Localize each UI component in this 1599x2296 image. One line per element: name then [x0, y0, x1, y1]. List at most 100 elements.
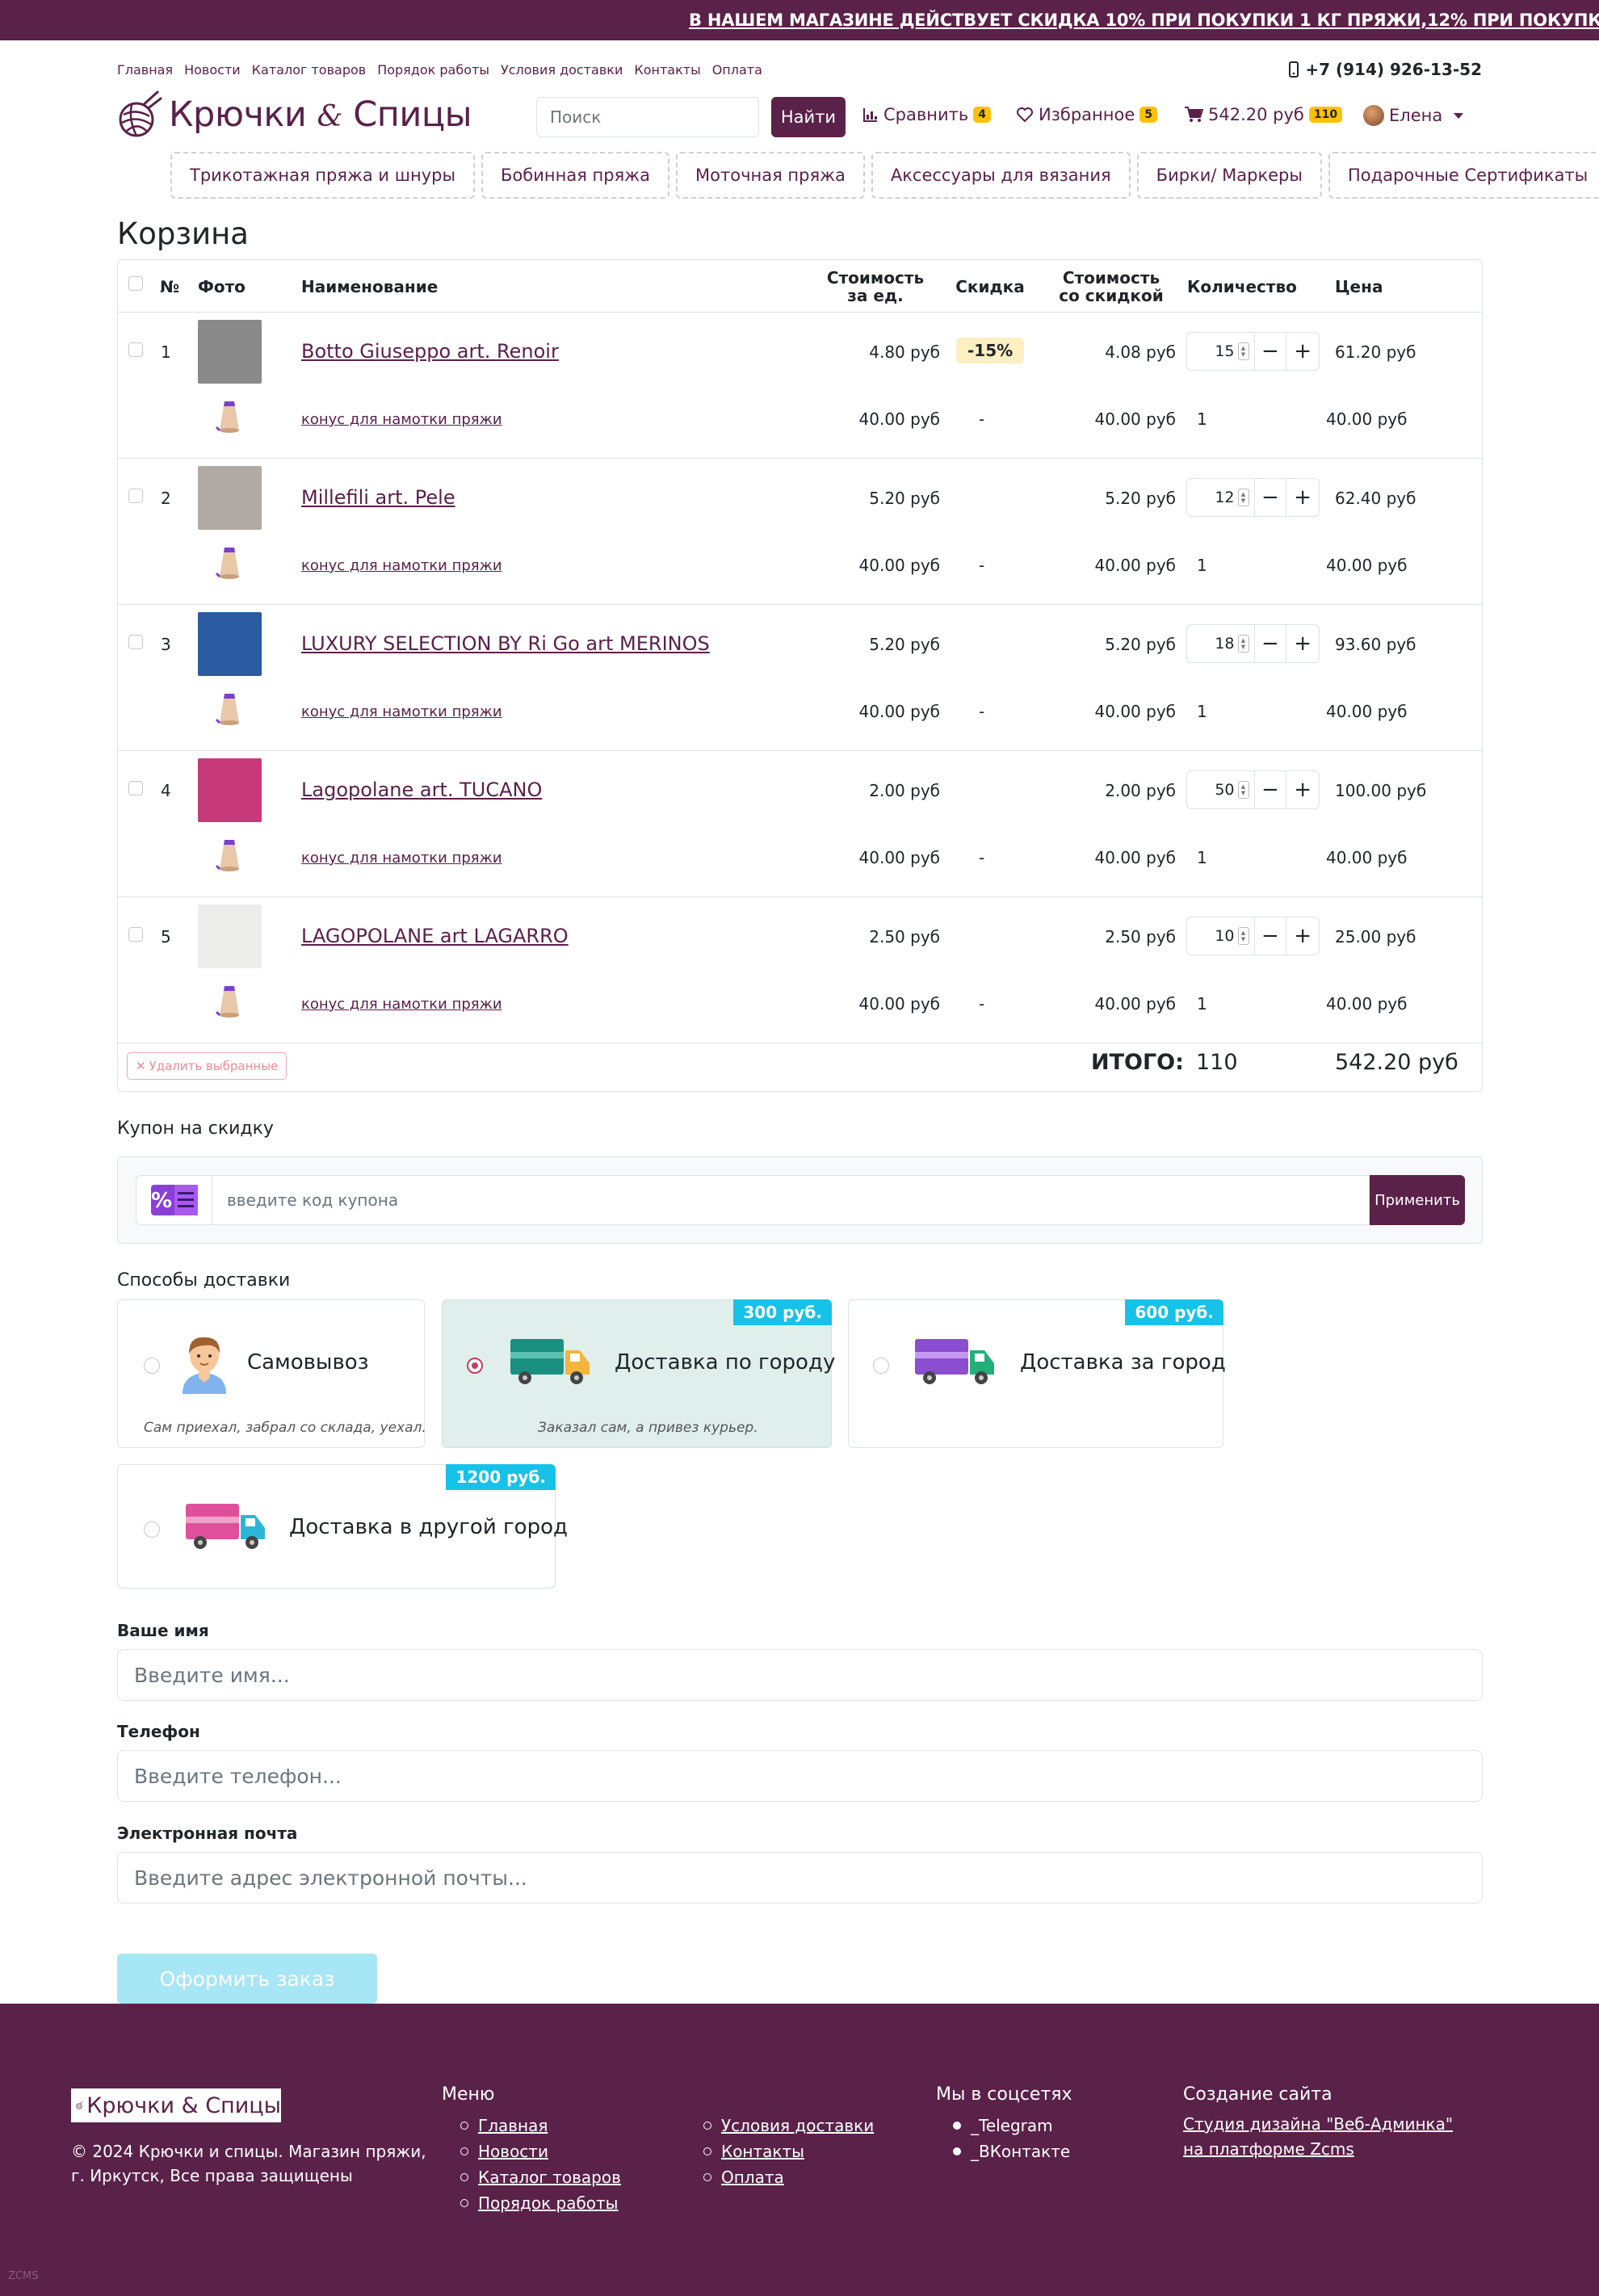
category-gift-certificates[interactable]: Подарочные Сертификаты: [1328, 152, 1599, 199]
footer-link-contacts[interactable]: Контакты: [703, 2139, 874, 2164]
quantity-input[interactable]: 15 ▲ ▼: [1187, 333, 1255, 370]
other-city-radio[interactable]: [144, 1522, 160, 1538]
top-link-catalog[interactable]: Каталог товаров: [252, 62, 367, 78]
product-thumbnail[interactable]: [198, 758, 262, 822]
delivery-option-pickup[interactable]: Самовывоз Сам приехал, забрал со склада,…: [117, 1299, 426, 1448]
decrease-qty-button[interactable]: −: [1255, 479, 1287, 516]
search-input[interactable]: Поиск: [536, 97, 759, 137]
row-checkbox[interactable]: [128, 342, 143, 357]
product-thumbnail[interactable]: [198, 466, 262, 530]
row-checkbox[interactable]: [128, 781, 143, 795]
delete-selected-button[interactable]: ✕ Удалить выбранные: [127, 1052, 287, 1080]
accessory-name-link[interactable]: конус для намотки пряжи: [301, 850, 502, 867]
quantity-input[interactable]: 12 ▲ ▼: [1187, 479, 1255, 516]
footer-link-telegram[interactable]: _Telegram: [953, 2113, 1070, 2139]
name-input[interactable]: Введите имя...: [117, 1649, 1483, 1701]
product-name-link[interactable]: LUXURY SELECTION BY Ri Go art MERINOS: [301, 632, 710, 655]
quantity-input[interactable]: 18 ▲ ▼: [1187, 625, 1255, 662]
footer-link-order[interactable]: Порядок работы: [460, 2190, 621, 2216]
quantity-stepper[interactable]: 50 ▲ ▼ − +: [1186, 770, 1320, 809]
cone-thumbnail[interactable]: [212, 983, 249, 1020]
delivery-option-suburb[interactable]: 600 руб. Доставка за город: [848, 1299, 1226, 1448]
accessory-name-link[interactable]: конус для намотки пряжи: [301, 411, 502, 428]
decrease-qty-button[interactable]: −: [1255, 333, 1287, 370]
submit-order-button[interactable]: Оформить заказ: [117, 1954, 377, 2004]
increase-qty-button[interactable]: +: [1286, 333, 1319, 370]
quantity-input[interactable]: 50 ▲ ▼: [1187, 771, 1255, 808]
top-link-home[interactable]: Главная: [117, 62, 173, 78]
cone-thumbnail[interactable]: [212, 398, 249, 435]
product-thumbnail[interactable]: [198, 905, 262, 968]
decrease-qty-button[interactable]: −: [1255, 625, 1287, 662]
quantity-stepper[interactable]: 18 ▲ ▼ − +: [1186, 624, 1320, 663]
quantity-stepper[interactable]: 10 ▲ ▼ − +: [1186, 917, 1320, 955]
footer-studio-link[interactable]: Студия дизайна "Веб-Админка" на платформ…: [1183, 2112, 1474, 2162]
footer-link-payment[interactable]: Оплата: [703, 2164, 874, 2190]
delivery-option-city[interactable]: 300 руб. Доставка по городу Заказал сам,…: [442, 1299, 835, 1448]
increase-qty-button[interactable]: +: [1286, 771, 1319, 808]
product-thumbnail[interactable]: [198, 320, 262, 384]
footer-link-delivery[interactable]: Условия доставки: [703, 2113, 874, 2139]
footer-link-vk[interactable]: _ВКонтакте: [953, 2139, 1070, 2164]
top-link-order[interactable]: Порядок работы: [377, 62, 489, 78]
spinner-icon[interactable]: ▲ ▼: [1237, 489, 1249, 506]
quantity-input[interactable]: 10 ▲ ▼: [1187, 917, 1255, 955]
coupon-input[interactable]: введите код купона: [212, 1175, 1370, 1225]
category-knitted-yarn[interactable]: Трикотажная пряжа и шнуры: [170, 152, 476, 199]
spinner-icon[interactable]: ▲ ▼: [1237, 635, 1249, 653]
spinner-icon[interactable]: ▲ ▼: [1237, 781, 1249, 799]
footer-link-news[interactable]: Новости: [460, 2139, 621, 2164]
category-accessories[interactable]: Аксессуары для вязания: [871, 152, 1131, 199]
product-name-link[interactable]: Botto Giuseppo art. Renoir: [301, 340, 559, 363]
increase-qty-button[interactable]: +: [1286, 479, 1319, 516]
phone-input[interactable]: Введите телефон...: [117, 1750, 1483, 1802]
user-menu[interactable]: Елена: [1363, 105, 1464, 126]
cone-thumbnail[interactable]: [212, 837, 249, 874]
increase-qty-button[interactable]: +: [1286, 917, 1319, 955]
spinner-icon[interactable]: ▲ ▼: [1237, 342, 1249, 360]
pickup-radio[interactable]: [144, 1358, 160, 1374]
apply-coupon-button[interactable]: Применить: [1370, 1175, 1465, 1225]
accessory-name-link[interactable]: конус для намотки пряжи: [301, 703, 502, 720]
row-checkbox[interactable]: [128, 635, 143, 649]
footer-logo[interactable]: Крючки & Спицы: [71, 2088, 281, 2122]
promo-text[interactable]: В НАШЕМ МАГАЗИНЕ ДЕЙСТВУЕТ СКИДКА 10% ПР…: [689, 10, 1599, 30]
product-name-link[interactable]: LAGOPOLANE art LAGARRO: [301, 925, 569, 947]
product-name-link[interactable]: Millefili art. Pele: [301, 486, 455, 509]
phone-contact[interactable]: +7 (914) 926-13-52: [1289, 60, 1482, 79]
top-link-contacts[interactable]: Контакты: [634, 62, 700, 78]
favorites-link[interactable]: Избранное 5: [1016, 105, 1158, 124]
city-radio[interactable]: [467, 1358, 483, 1374]
category-bobbin-yarn[interactable]: Бобинная пряжа: [481, 152, 670, 199]
decrease-qty-button[interactable]: −: [1255, 771, 1287, 808]
search-button[interactable]: Найти: [771, 97, 846, 137]
delete-selected-label: Удалить выбранные: [149, 1059, 279, 1073]
footer-link-home[interactable]: Главная: [460, 2113, 621, 2139]
quantity-stepper[interactable]: 15 ▲ ▼ − +: [1186, 332, 1320, 371]
category-skein-yarn[interactable]: Моточная пряжа: [676, 152, 865, 199]
suburb-radio[interactable]: [873, 1358, 889, 1374]
spinner-icon[interactable]: ▲ ▼: [1237, 927, 1249, 945]
select-all-checkbox[interactable]: [128, 276, 143, 291]
top-link-delivery[interactable]: Условия доставки: [501, 62, 623, 78]
accessory-name-link[interactable]: конус для намотки пряжи: [301, 996, 502, 1013]
increase-qty-button[interactable]: +: [1286, 625, 1319, 662]
compare-link[interactable]: Сравнить 4: [862, 105, 991, 124]
cone-thumbnail[interactable]: [212, 690, 249, 728]
delivery-option-other-city[interactable]: 1200 руб. Доставка в другой город: [117, 1464, 568, 1589]
category-tags-markers[interactable]: Бирки/ Маркеры: [1136, 152, 1322, 199]
row-checkbox[interactable]: [128, 927, 143, 942]
cone-thumbnail[interactable]: [212, 544, 249, 581]
product-thumbnail[interactable]: [198, 612, 262, 676]
email-input[interactable]: Введите адрес электронной почты...: [117, 1852, 1483, 1904]
row-checkbox[interactable]: [128, 489, 143, 503]
accessory-name-link[interactable]: конус для намотки пряжи: [301, 557, 502, 574]
cart-link[interactable]: 542.20 руб 110: [1184, 105, 1343, 124]
quantity-stepper[interactable]: 12 ▲ ▼ − +: [1186, 478, 1320, 517]
top-link-payment[interactable]: Оплата: [712, 62, 762, 78]
product-name-link[interactable]: Lagopolane art. TUCANO: [301, 779, 542, 801]
decrease-qty-button[interactable]: −: [1255, 917, 1287, 955]
site-logo[interactable]: Крючки & Спицы: [117, 90, 472, 139]
footer-link-catalog[interactable]: Каталог товаров: [460, 2164, 621, 2190]
top-link-news[interactable]: Новости: [184, 62, 241, 78]
